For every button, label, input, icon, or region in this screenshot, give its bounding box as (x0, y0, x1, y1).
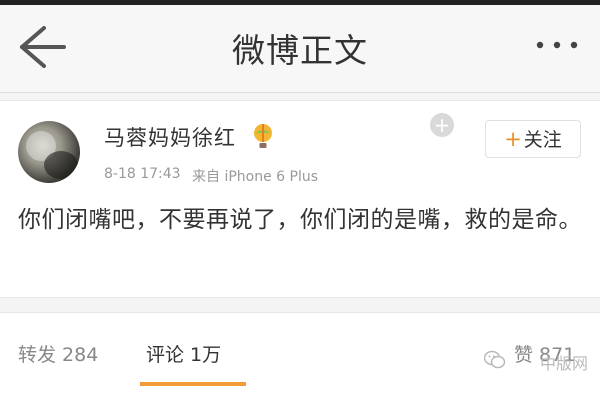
more-button[interactable] (532, 30, 582, 60)
post-source: 来自 iPhone 6 Plus (192, 169, 319, 185)
more-dots-icon (536, 41, 578, 49)
post-time: 8-18 17:43 (104, 166, 181, 182)
wechat-icon (483, 350, 506, 370)
follow-button[interactable]: + 关注 (485, 120, 581, 158)
plus-circle-icon[interactable]: + (430, 113, 454, 137)
tab-repost[interactable]: 转发 284 (18, 340, 98, 367)
hot-air-balloon-icon (252, 124, 274, 150)
avatar[interactable] (18, 121, 80, 183)
top-edge (0, 0, 600, 5)
follow-plus-icon: + (504, 127, 522, 151)
watermark-text: 中版网 (540, 354, 589, 373)
avatar-shadow (44, 151, 78, 179)
follow-label: 关注 (523, 129, 562, 151)
post-text: 你们闭嘴吧，不要再说了，你们闭的是嘴，救的是命。 (18, 207, 582, 233)
active-tab-indicator (140, 382, 246, 386)
page-title: 微博正文 (232, 31, 368, 70)
tab-comment[interactable]: 评论 1万 (146, 340, 221, 367)
username[interactable]: 马蓉妈妈徐红 (104, 122, 236, 152)
